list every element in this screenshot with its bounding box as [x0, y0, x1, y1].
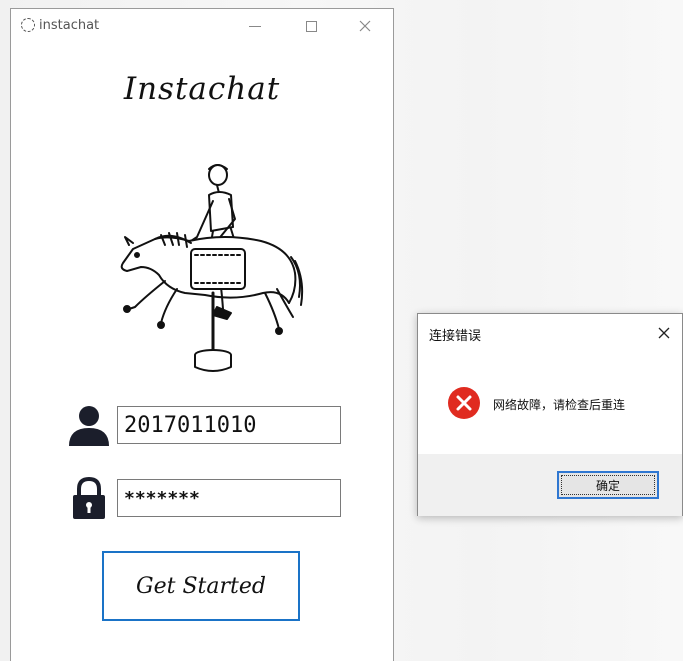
- app-logo-icon: [21, 18, 35, 32]
- window-title: instachat: [39, 18, 100, 33]
- minimize-icon: [249, 25, 261, 27]
- close-icon: [359, 20, 371, 32]
- maximize-icon: [305, 20, 317, 32]
- username-row: [67, 404, 347, 446]
- password-input[interactable]: [117, 479, 341, 517]
- lock-icon: [73, 477, 105, 519]
- username-input[interactable]: [117, 406, 341, 444]
- close-icon: [658, 327, 670, 339]
- dialog-title: 连接错误: [429, 329, 482, 344]
- maximize-button[interactable]: [291, 9, 331, 43]
- dialog-close-button[interactable]: [650, 320, 678, 346]
- get-started-button[interactable]: Get Started: [102, 551, 300, 621]
- title-bar[interactable]: instachat: [11, 9, 393, 43]
- error-dialog: 连接错误 网络故障，请检查后重连 确定: [417, 313, 683, 516]
- dialog-message: 网络故障，请检查后重连: [493, 398, 626, 412]
- user-icon: [69, 406, 109, 446]
- horse-rider-illustration: [120, 164, 304, 372]
- ok-button[interactable]: 确定: [557, 471, 659, 499]
- dialog-footer: 确定: [418, 454, 682, 516]
- app-heading: Instachat: [123, 71, 281, 107]
- error-icon: [448, 387, 480, 419]
- minimize-button[interactable]: [235, 9, 275, 43]
- password-row: [67, 477, 347, 519]
- app-window: instachat Instachat 2017011010 ******* G…: [10, 8, 394, 661]
- close-button[interactable]: [345, 9, 385, 43]
